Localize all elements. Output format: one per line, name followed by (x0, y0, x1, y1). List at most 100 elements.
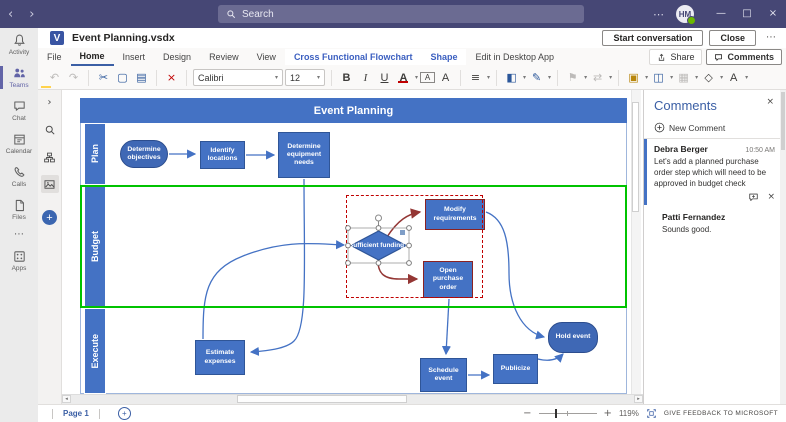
close-document-button[interactable]: Close (709, 30, 756, 46)
sidebar-item-calls[interactable]: Calls (0, 160, 38, 193)
shape-determine-objectives[interactable]: Determine objectives (120, 140, 168, 168)
images-panel-button[interactable] (41, 175, 59, 193)
chevron-down-icon[interactable]: ▾ (695, 75, 698, 81)
sidebar-item-teams[interactable]: Teams (0, 61, 38, 94)
shape-modify-requirements[interactable]: Modify requirements (425, 199, 485, 230)
horizontal-scroll-thumb[interactable] (237, 395, 407, 403)
shape-estimate-expenses[interactable]: Estimate expenses (195, 340, 245, 375)
shape-schedule-event[interactable]: Schedule event (420, 358, 467, 392)
arrange-button[interactable]: ⚑ (564, 72, 581, 83)
sidebar-item-apps[interactable]: Apps (0, 244, 38, 277)
shape-identify-locations[interactable]: Identify locations (200, 141, 245, 169)
titlebar-more-icon[interactable]: ⋯ (641, 9, 676, 20)
connector-modify-hold[interactable] (486, 212, 544, 337)
tab-view[interactable]: View (248, 49, 285, 65)
fit-to-window-icon[interactable] (646, 408, 657, 419)
delete-comment-icon[interactable]: × (767, 193, 775, 202)
font-size-select[interactable]: 12 ▾ (285, 69, 325, 86)
shape-determine-equipment-needs[interactable]: Determine equipment needs (278, 132, 330, 178)
text-block-button[interactable]: A (420, 72, 435, 83)
comments-button[interactable]: Comments (706, 49, 782, 65)
underline-button[interactable]: U (376, 72, 393, 84)
chevron-down-icon[interactable]: ▾ (745, 75, 748, 81)
chevron-down-icon[interactable]: ▾ (523, 75, 526, 81)
scroll-right-icon[interactable]: ▸ (634, 395, 643, 403)
sidebar-item-chat[interactable]: Chat (0, 94, 38, 127)
shape-publicize[interactable]: Publicize (493, 354, 538, 384)
tab-design[interactable]: Design (154, 49, 200, 65)
connector-button[interactable]: ◫ (650, 72, 667, 83)
chevron-down-icon[interactable]: ▾ (548, 75, 551, 81)
position-button[interactable]: ⇄ (589, 72, 606, 83)
shape-style-button[interactable]: ◇ (700, 72, 717, 83)
window-maximize-icon[interactable]: □ (734, 9, 760, 19)
redo-icon[interactable]: ↷ (65, 72, 82, 83)
zoom-level[interactable]: 119% (619, 409, 639, 418)
page-tab[interactable]: Page 1 (53, 409, 99, 418)
undo-icon[interactable]: ↶ (46, 72, 63, 83)
font-name-select[interactable]: Calibri ▾ (193, 69, 283, 86)
search-input[interactable]: Search (218, 5, 584, 23)
avatar[interactable]: HM (676, 5, 694, 23)
chevron-down-icon[interactable]: ▾ (584, 75, 587, 81)
document-more-icon[interactable]: ⋯ (762, 33, 780, 43)
connector-funding-purchase[interactable] (378, 261, 417, 279)
shapes-panel-button[interactable] (41, 148, 59, 166)
delete-icon[interactable]: × (163, 72, 180, 83)
tab-cross-functional-flowchart[interactable]: Cross Functional Flowchart (285, 49, 422, 65)
connector-purchase-schedule[interactable] (446, 299, 449, 354)
italic-button[interactable]: I (357, 72, 374, 84)
chevron-down-icon[interactable]: ▾ (670, 75, 673, 81)
cut-icon[interactable]: ✂ (95, 72, 112, 83)
window-minimize-icon[interactable]: — (708, 9, 734, 19)
shape-sufficient-funding[interactable]: Sufficient funding? (346, 231, 411, 260)
line-color-button[interactable]: ✎ (528, 72, 545, 83)
scroll-left-icon[interactable]: ◂ (62, 395, 71, 403)
sidebar-more-icon[interactable]: ⋯ (0, 226, 38, 244)
comment-thread[interactable]: Debra Berger 10:50 AM Let's add a planne… (644, 139, 781, 205)
text-effects-button[interactable]: A (725, 72, 742, 84)
window-close-icon[interactable]: × (760, 9, 786, 19)
comment-reply[interactable]: Patti Fernandez Sounds good. (662, 212, 774, 236)
chevron-down-icon[interactable]: ▾ (720, 75, 723, 81)
slider-thumb[interactable] (555, 409, 558, 418)
grow-font-button[interactable]: A (437, 72, 454, 84)
tab-review[interactable]: Review (200, 49, 248, 65)
sidebar-item-files[interactable]: Files (0, 193, 38, 226)
group-button[interactable]: ▣ (625, 72, 642, 83)
copy-icon[interactable]: ▢ (114, 72, 131, 83)
share-button[interactable]: Share (649, 49, 702, 65)
chevron-down-icon[interactable]: ▾ (415, 75, 418, 81)
comments-close-icon[interactable]: × (766, 98, 774, 107)
reply-icon[interactable] (748, 192, 759, 203)
feedback-link[interactable]: GIVE FEEDBACK TO MICROSOFT (664, 410, 778, 417)
chevron-down-icon[interactable]: ▾ (609, 75, 612, 81)
back-icon[interactable]: ‹ (0, 8, 21, 21)
new-comment-button[interactable]: New Comment (654, 122, 725, 133)
zoom-out-icon[interactable]: − (523, 409, 531, 419)
start-conversation-button[interactable]: Start conversation (602, 30, 703, 46)
sidebar-item-activity[interactable]: Activity (0, 28, 38, 61)
shape-hold-event[interactable]: Hold event (548, 322, 598, 353)
panel-scroll-thumb[interactable] (781, 92, 785, 150)
tab-shape[interactable]: Shape (421, 49, 466, 65)
shape-open-purchase-order[interactable]: Open purchase order (423, 261, 473, 298)
zoom-slider[interactable] (539, 413, 597, 414)
drawing-canvas[interactable]: Event Planning Plan Budget Execute Deter… (62, 90, 643, 404)
tab-file[interactable]: File (38, 49, 71, 65)
forward-icon[interactable]: › (21, 8, 42, 21)
pan-zoom-button[interactable] (41, 121, 59, 139)
zoom-in-icon[interactable]: + (604, 409, 612, 419)
sidebar-item-calendar[interactable]: Calendar (0, 127, 38, 160)
paste-icon[interactable]: ▤ (133, 72, 150, 83)
chevron-down-icon[interactable]: ▾ (487, 75, 490, 81)
tab-edit-in-desktop-app[interactable]: Edit in Desktop App (466, 49, 563, 65)
font-color-button[interactable]: A (395, 72, 412, 84)
connector-expenses-funding[interactable] (203, 244, 344, 339)
bold-button[interactable]: B (338, 72, 355, 84)
add-page-button[interactable]: + (118, 407, 131, 420)
expand-panel-icon[interactable]: › (41, 94, 59, 112)
fill-color-button[interactable]: ◧ (503, 72, 520, 83)
tab-insert[interactable]: Insert (114, 49, 155, 65)
container-button[interactable]: ▦ (675, 72, 692, 83)
